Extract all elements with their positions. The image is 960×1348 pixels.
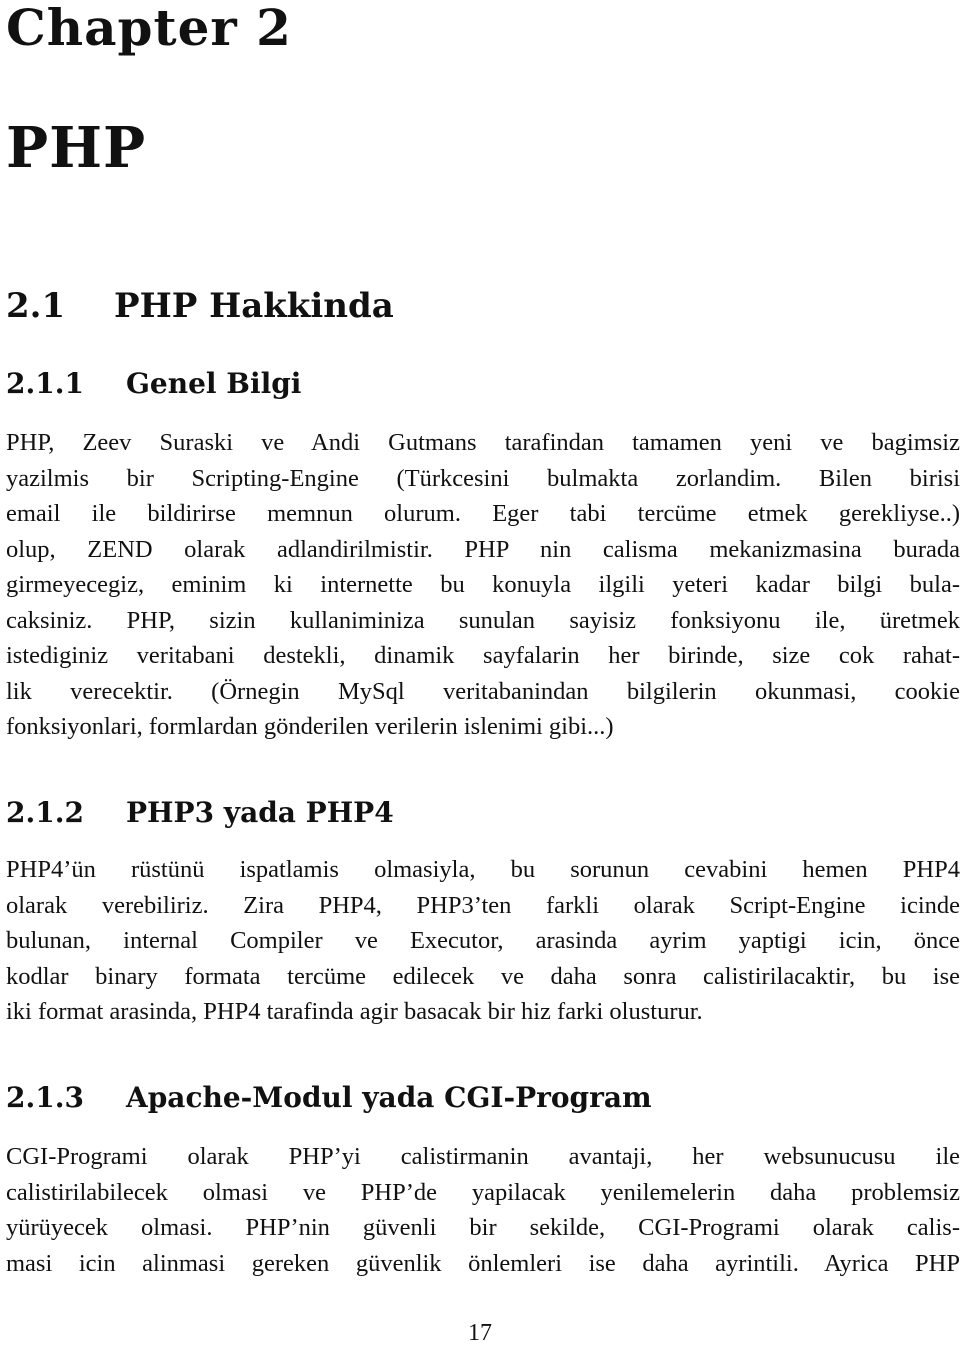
text-line: email ile bildirirse memnun olurum. Eger…: [6, 500, 960, 527]
text-line: PHP4’ün rüstünü ispatlamis olmasiyla, bu…: [6, 856, 960, 883]
page-number: 17: [468, 1320, 492, 1346]
text-line: calistirilabilecek olmasi ve PHP’de yapi…: [6, 1178, 960, 1206]
text-line: masi icin alinmasi gereken güvenlik önle…: [6, 1249, 960, 1277]
subsection-heading-2-1-3: 2.1.3 Apache-Modul yada CGI-Program: [6, 1081, 652, 1115]
paragraph-php3-php4: PHP4’ün rüstünü ispatlamis olmasiyla, bu…: [6, 852, 960, 1030]
text-line: yürüyecek olmasi. PHP’nin güvenli bir se…: [6, 1214, 960, 1241]
paragraph-genel-bilgi: PHP, Zeev Suraski ve Andi Gutmans tarafi…: [6, 425, 960, 745]
subsection-title: Genel Bilgi: [126, 367, 302, 400]
section-number: 2.1: [6, 286, 66, 326]
text-line: CGI-Programi olarak PHP’yi calistirmanin…: [6, 1143, 960, 1170]
text-line: lik verecektir. (Örnegin MySql veritaban…: [6, 677, 960, 705]
chapter-label: Chapter 2: [6, 0, 292, 57]
subsection-title: Apache-Modul yada CGI-Program: [126, 1081, 652, 1114]
text-line: olup, ZEND olarak adlandirilmistir. PHP …: [6, 535, 960, 563]
text-line: yazilmis bir Scripting-Engine (Türkcesin…: [6, 464, 960, 492]
text-line: PHP, Zeev Suraski ve Andi Gutmans tarafi…: [6, 429, 960, 456]
paragraph-apache-cgi: CGI-Programi olarak PHP’yi calistirmanin…: [6, 1139, 960, 1281]
text-line: fonksiyonlari, formlardan gönderilen ver…: [6, 713, 614, 740]
text-line: istediginiz veritabani destekli, dinamik…: [6, 642, 960, 669]
section-title: PHP Hakkinda: [114, 286, 394, 326]
subsection-number: 2.1.2: [6, 796, 84, 829]
subsection-title: PHP3 yada PHP4: [126, 796, 394, 829]
subsection-heading-2-1-1: 2.1.1 Genel Bilgi: [6, 367, 301, 401]
text-line: iki format arasinda, PHP4 tarafinda agir…: [6, 998, 703, 1025]
subsection-heading-2-1-2: 2.1.2 PHP3 yada PHP4: [6, 796, 394, 830]
subsection-number: 2.1.3: [6, 1081, 84, 1114]
text-line: bulunan, internal Compiler ve Executor, …: [6, 927, 960, 954]
text-line: olarak verebiliriz. Zira PHP4, PHP3’ten …: [6, 891, 960, 919]
subsection-number: 2.1.1: [6, 367, 84, 400]
text-line: kodlar binary formata tercüme edilecek v…: [6, 962, 960, 990]
text-line: caksiniz. PHP, sizin kullaniminiza sunul…: [6, 606, 960, 634]
section-heading-2-1: 2.1 PHP Hakkinda: [6, 286, 394, 326]
text-line: girmeyecegiz, eminim ki internette bu ko…: [6, 571, 960, 598]
chapter-title: PHP: [6, 115, 147, 181]
